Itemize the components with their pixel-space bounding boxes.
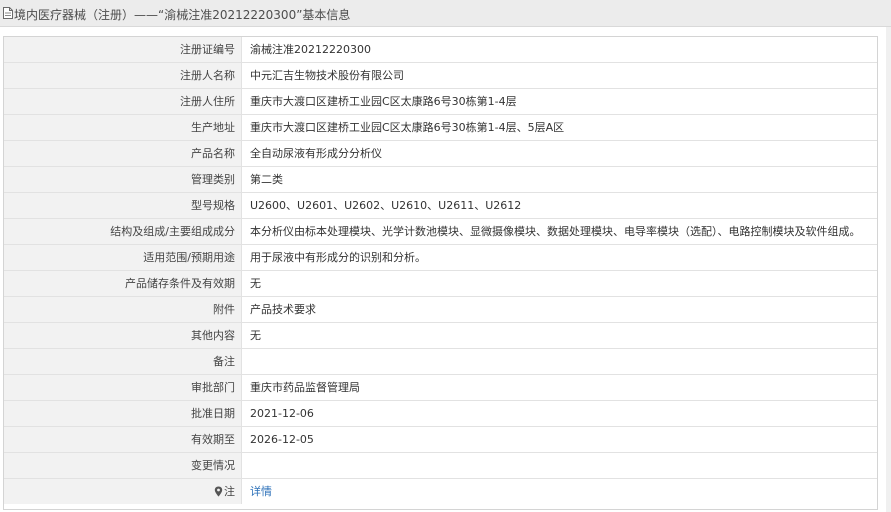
label-remarks: 备注 (4, 349, 242, 374)
value-intended-use: 用于尿液中有形成分的识别和分析。 (250, 251, 426, 264)
value-approval-date: 2021-12-06 (250, 407, 314, 420)
details-link[interactable]: 详情 (250, 485, 272, 498)
label-approval-dept: 审批部门 (4, 375, 242, 400)
value-production-address: 重庆市大渡口区建桥工业园C区太康路6号30栋第1-4层、5层A区 (250, 121, 565, 134)
label-storage: 产品储存条件及有效期 (4, 271, 242, 296)
label-note: 注 (4, 479, 242, 504)
label-note-text: 注 (224, 485, 235, 498)
row-note: 注 详情 (4, 479, 877, 505)
row-change-status: 变更情况 (4, 453, 877, 479)
row-model-spec: 型号规格 U2600、U2601、U2602、U2610、U2611、U2612 (4, 193, 877, 219)
row-structure: 结构及组成/主要组成成分 本分析仪由标本处理模块、光学计数池模块、显微摄像模块、… (4, 219, 877, 245)
label-management-class: 管理类别 (4, 167, 242, 192)
label-change-status: 变更情况 (4, 453, 242, 478)
row-other: 其他内容 无 (4, 323, 877, 349)
row-approval-dept: 审批部门 重庆市药品监督管理局 (4, 375, 877, 401)
row-registrant-address: 注册人住所 重庆市大渡口区建桥工业园C区太康路6号30栋第1-4层 (4, 89, 877, 115)
label-registrant-name: 注册人名称 (4, 63, 242, 88)
value-other: 无 (250, 329, 261, 342)
document-icon (3, 7, 13, 19)
row-attachment: 附件 产品技术要求 (4, 297, 877, 323)
row-registrant-name: 注册人名称 中元汇吉生物技术股份有限公司 (4, 63, 877, 89)
title-bar: 境内医疗器械（注册）——“渝械注准20212220300”基本信息 (0, 0, 891, 27)
label-attachment: 附件 (4, 297, 242, 322)
value-model-spec: U2600、U2601、U2602、U2610、U2611、U2612 (250, 199, 522, 212)
label-structure: 结构及组成/主要组成成分 (4, 219, 242, 244)
value-registrant-address: 重庆市大渡口区建桥工业园C区太康路6号30栋第1-4层 (250, 95, 517, 108)
row-approval-date: 批准日期 2021-12-06 (4, 401, 877, 427)
row-storage: 产品储存条件及有效期 无 (4, 271, 877, 297)
value-product-name: 全自动尿液有形成分分析仪 (250, 147, 382, 160)
value-registrant-name: 中元汇吉生物技术股份有限公司 (250, 69, 404, 82)
row-valid-until: 有效期至 2026-12-05 (4, 427, 877, 453)
label-registration-no: 注册证编号 (4, 37, 242, 62)
row-management-class: 管理类别 第二类 (4, 167, 877, 193)
page-title: 境内医疗器械（注册）——“渝械注准20212220300”基本信息 (14, 8, 351, 22)
row-production-address: 生产地址 重庆市大渡口区建桥工业园C区太康路6号30栋第1-4层、5层A区 (4, 115, 877, 141)
value-attachment: 产品技术要求 (250, 303, 316, 316)
detail-table: 注册证编号 渝械注准20212220300 注册人名称 中元汇吉生物技术股份有限… (3, 36, 878, 510)
row-registration-no: 注册证编号 渝械注准20212220300 (4, 37, 877, 63)
scrollbar-track[interactable] (886, 27, 891, 512)
value-note: 详情 (250, 479, 272, 504)
value-structure: 本分析仪由标本处理模块、光学计数池模块、显微摄像模块、数据处理模块、电导率模块（… (250, 225, 861, 238)
row-remarks: 备注 (4, 349, 877, 375)
value-valid-until: 2026-12-05 (250, 433, 314, 446)
value-registration-no: 渝械注准20212220300 (250, 43, 371, 56)
row-intended-use: 适用范围/预期用途 用于尿液中有形成分的识别和分析。 (4, 245, 877, 271)
value-management-class: 第二类 (250, 173, 283, 186)
label-intended-use: 适用范围/预期用途 (4, 245, 242, 270)
value-approval-dept: 重庆市药品监督管理局 (250, 381, 360, 394)
label-product-name: 产品名称 (4, 141, 242, 166)
label-valid-until: 有效期至 (4, 427, 242, 452)
label-registrant-address: 注册人住所 (4, 89, 242, 114)
label-model-spec: 型号规格 (4, 193, 242, 218)
label-other: 其他内容 (4, 323, 242, 348)
row-product-name: 产品名称 全自动尿液有形成分分析仪 (4, 141, 877, 167)
label-production-address: 生产地址 (4, 115, 242, 140)
value-storage: 无 (250, 277, 261, 290)
label-approval-date: 批准日期 (4, 401, 242, 426)
location-pin-icon (214, 486, 223, 497)
